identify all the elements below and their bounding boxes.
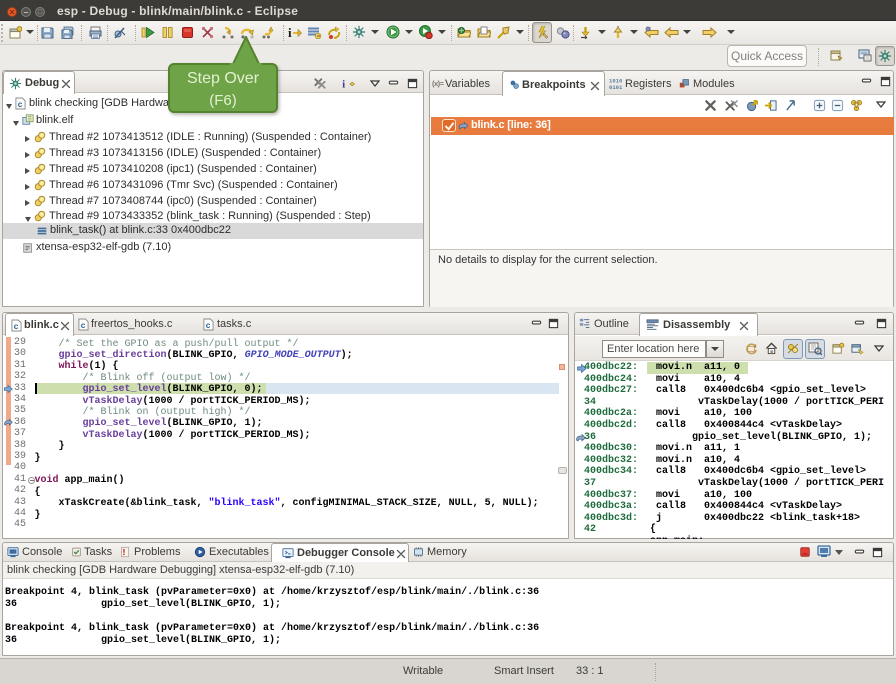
svg-text:i: i [342,79,345,89]
svg-text:i: i [288,26,292,39]
